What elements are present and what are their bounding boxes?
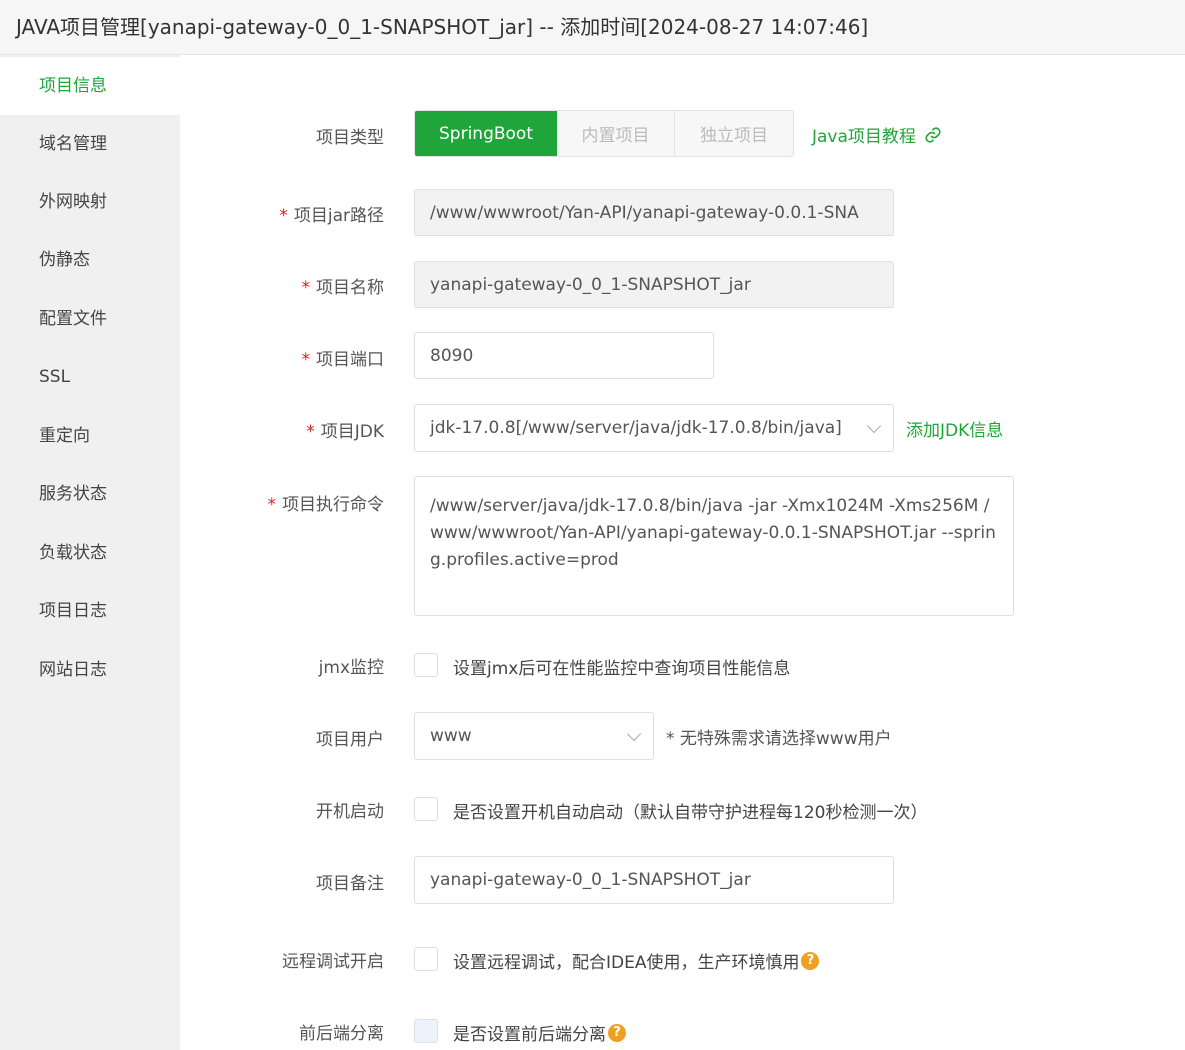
project-user-label: 项目用户 — [316, 730, 384, 750]
remote-debug-label: 远程调试开启 — [282, 952, 384, 972]
user-select-value: www — [430, 726, 472, 746]
project-port-label: * 项目端口 — [301, 350, 385, 370]
sidebar-item-service-status[interactable]: 服务状态 — [0, 465, 180, 523]
sidebar-item-project-log[interactable]: 项目日志 — [0, 582, 180, 640]
separation-checkbox[interactable] — [414, 1019, 438, 1043]
project-type-label: 项目类型 — [316, 128, 384, 148]
window-titlebar: JAVA项目管理[yanapi-gateway-0_0_1-SNAPSHOT_j… — [0, 0, 1185, 55]
autostart-description: 是否设置开机自动启动（默认自带守护进程每120秒检测一次） — [453, 803, 928, 823]
project-type-segmented: SpringBoot 内置项目 独立项目 — [414, 110, 794, 157]
jar-path-label: * 项目jar路径 — [279, 206, 384, 226]
separation-help-icon[interactable]: ? — [608, 1023, 626, 1042]
command-textarea[interactable]: /www/server/java/jdk-17.0.8/bin/java -ja… — [414, 476, 1014, 616]
command-label: * 项目执行命令 — [267, 495, 385, 515]
project-port-input[interactable]: 8090 — [414, 332, 714, 379]
sidebar-item-site-log[interactable]: 网站日志 — [0, 641, 180, 699]
autostart-checkbox[interactable] — [414, 797, 438, 821]
sidebar-item-rewrite[interactable]: 伪静态 — [0, 231, 180, 289]
jmx-checkbox[interactable] — [414, 653, 438, 677]
link-icon — [925, 126, 941, 143]
separation-label: 前后端分离 — [299, 1024, 384, 1044]
project-name-input[interactable]: yanapi-gateway-0_0_1-SNAPSHOT_jar — [414, 261, 894, 308]
sidebar-item-ssl[interactable]: SSL — [0, 348, 180, 406]
sidebar-item-load-status[interactable]: 负载状态 — [0, 524, 180, 582]
separation-description: 是否设置前后端分离? — [453, 1020, 626, 1045]
project-jdk-label: * 项目JDK — [306, 422, 384, 442]
type-option-springboot[interactable]: SpringBoot — [415, 111, 557, 156]
project-user-select[interactable]: www — [414, 712, 654, 760]
jdk-select-value: jdk-17.0.8[/www/server/java/jdk-17.0.8/b… — [430, 418, 842, 438]
jmx-description: 设置jmx后可在性能监控中查询项目性能信息 — [453, 659, 791, 679]
project-jdk-select[interactable]: jdk-17.0.8[/www/server/java/jdk-17.0.8/b… — [414, 404, 894, 452]
sidebar: 项目信息 域名管理 外网映射 伪静态 配置文件 SSL 重定向 服务状态 负载状… — [0, 55, 180, 1050]
remark-label: 项目备注 — [316, 874, 384, 894]
project-name-label: * 项目名称 — [301, 278, 385, 298]
remark-input[interactable]: yanapi-gateway-0_0_1-SNAPSHOT_jar — [414, 856, 894, 904]
jmx-label: jmx监控 — [318, 658, 384, 678]
sidebar-item-redirect[interactable]: 重定向 — [0, 407, 180, 465]
remote-debug-description: 设置远程调试，配合IDEA使用，生产环境慎用? — [453, 948, 820, 973]
autostart-label: 开机启动 — [316, 802, 384, 822]
type-option-standalone[interactable]: 独立项目 — [675, 111, 793, 156]
remote-debug-help-icon[interactable]: ? — [801, 951, 820, 970]
jar-path-input[interactable]: /www/wwwroot/Yan-API/yanapi-gateway-0.0.… — [414, 189, 894, 236]
add-jdk-link[interactable]: 添加JDK信息 — [906, 416, 1003, 441]
sidebar-item-project-info[interactable]: 项目信息 — [0, 57, 180, 115]
sidebar-item-external-mapping[interactable]: 外网映射 — [0, 173, 180, 231]
window-title: JAVA项目管理[yanapi-gateway-0_0_1-SNAPSHOT_j… — [16, 15, 869, 39]
type-option-builtin[interactable]: 内置项目 — [557, 111, 675, 156]
sidebar-item-domain[interactable]: 域名管理 — [0, 115, 180, 173]
sidebar-item-config-file[interactable]: 配置文件 — [0, 290, 180, 348]
remote-debug-checkbox[interactable] — [414, 947, 438, 971]
java-tutorial-link[interactable]: Java项目教程 — [812, 122, 942, 147]
user-hint: * 无特殊需求请选择www用户 — [666, 729, 892, 749]
